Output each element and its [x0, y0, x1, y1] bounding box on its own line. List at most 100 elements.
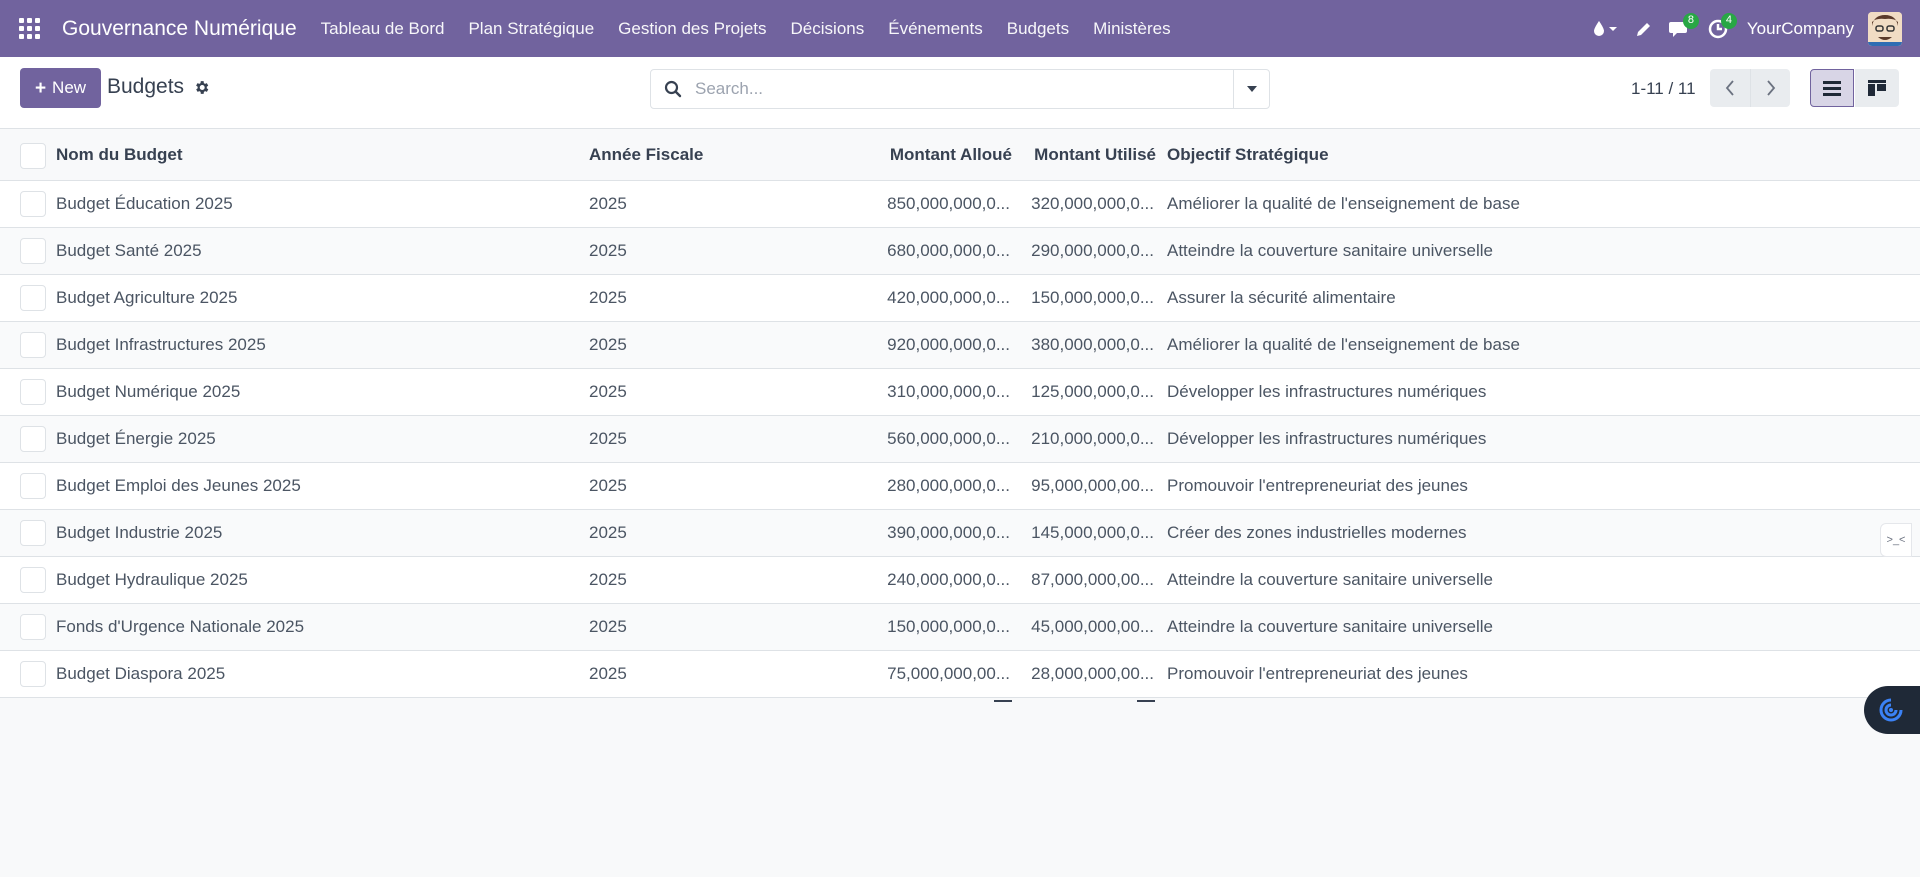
menu-item-plan-strategique[interactable]: Plan Stratégique — [456, 19, 606, 39]
table-row[interactable]: Budget Emploi des Jeunes 2025 2025 280,000… — [0, 463, 1920, 510]
cell-year: 2025 — [589, 476, 627, 495]
table-row[interactable]: Budget Numérique 2025 2025 310,000,000,0..… — [0, 369, 1920, 416]
table-row[interactable]: Budget Éducation 2025 2025 850,000,000,0..… — [0, 181, 1920, 228]
search-bar — [650, 69, 1270, 109]
menu-item-tableau-de-bord[interactable]: Tableau de Bord — [309, 19, 457, 39]
search-options-toggle[interactable] — [1233, 70, 1269, 108]
column-header-objective[interactable]: Objectif Stratégique — [1167, 145, 1867, 165]
activities-icon[interactable]: 4 — [1699, 0, 1737, 57]
apps-menu-icon[interactable] — [0, 0, 58, 57]
cell-allocated: 75,000,000,00... — [887, 664, 1010, 683]
top-navbar: Gouvernance Numérique Tableau de Bord Pl… — [0, 0, 1920, 57]
page-title[interactable]: Budgets — [107, 75, 184, 99]
cell-used: 145,000,000,0... — [1031, 523, 1154, 542]
column-header-name[interactable]: Nom du Budget — [56, 145, 576, 165]
cell-used: 320,000,000,0... — [1031, 194, 1154, 213]
activities-badge: 4 — [1720, 13, 1737, 29]
column-header-used[interactable]: Montant Utilisé — [1016, 145, 1156, 165]
cell-used: 150,000,000,0... — [1031, 288, 1154, 307]
cell-name: Budget Agriculture 2025 — [56, 288, 238, 307]
budgets-table: Nom du Budget Année Fiscale Montant Allo… — [0, 130, 1920, 698]
pager-previous-button[interactable] — [1710, 69, 1750, 107]
cell-allocated: 310,000,000,0... — [887, 382, 1010, 401]
menu-item-decisions[interactable]: Décisions — [779, 19, 877, 39]
select-all-checkbox[interactable] — [20, 143, 46, 169]
list-icon — [1823, 80, 1841, 96]
row-checkbox[interactable] — [20, 285, 46, 311]
kanban-view-button[interactable] — [1855, 69, 1899, 107]
row-checkbox[interactable] — [20, 426, 46, 452]
cell-allocated: 920,000,000,0... — [887, 335, 1010, 354]
cell-name: Budget Emploi des Jeunes 2025 — [56, 476, 301, 495]
cell-used: 210,000,000,0... — [1031, 429, 1154, 448]
cell-year: 2025 — [589, 288, 627, 307]
drop-icon[interactable] — [1585, 0, 1627, 57]
menu-item-ministeres[interactable]: Ministères — [1081, 19, 1182, 39]
cell-objective: Atteindre la couverture sanitaire univer… — [1167, 570, 1494, 589]
table-row[interactable]: Budget Agriculture 2025 2025 420,000,000,0… — [0, 275, 1920, 322]
list-view-button[interactable] — [1810, 69, 1854, 107]
row-checkbox[interactable] — [20, 332, 46, 358]
side-panel-tab[interactable]: >_< — [1880, 523, 1912, 557]
cell-name: Fonds d'Urgence Nationale 2025 — [56, 617, 305, 636]
cell-name: Budget Hydraulique 2025 — [56, 570, 248, 589]
table-row[interactable]: Budget Énergie 2025 2025 560,000,000,0... 2… — [0, 416, 1920, 463]
menu-item-gestion-projets[interactable]: Gestion des Projets — [606, 19, 778, 39]
cell-objective: Assurer la sécurité alimentaire — [1167, 288, 1396, 307]
row-checkbox[interactable] — [20, 379, 46, 405]
cell-name: Budget Énergie 2025 — [56, 429, 216, 448]
app-brand[interactable]: Gouvernance Numérique — [58, 17, 297, 41]
search-icon[interactable] — [651, 80, 695, 98]
row-checkbox[interactable] — [20, 473, 46, 499]
cell-name: Budget Numérique 2025 — [56, 382, 241, 401]
assistant-fab[interactable] — [1864, 686, 1920, 734]
table-row[interactable]: Budget Hydraulique 2025 2025 240,000,000,0… — [0, 557, 1920, 604]
cell-name: Budget Infrastructures 2025 — [56, 335, 266, 354]
cell-objective: Améliorer la qualité de l'enseignement d… — [1167, 335, 1520, 354]
cell-year: 2025 — [589, 335, 627, 354]
row-checkbox[interactable] — [20, 238, 46, 264]
row-checkbox[interactable] — [20, 567, 46, 593]
control-panel: + New Budgets 1-11 / 11 — [0, 57, 1920, 129]
cell-year: 2025 — [589, 617, 627, 636]
search-input[interactable] — [695, 79, 1233, 99]
table-header: Nom du Budget Année Fiscale Montant Allo… — [0, 130, 1920, 181]
cell-year: 2025 — [589, 429, 627, 448]
row-checkbox[interactable] — [20, 614, 46, 640]
row-checkbox[interactable] — [20, 520, 46, 546]
company-switcher[interactable]: YourCompany — [1737, 19, 1868, 39]
row-checkbox[interactable] — [20, 661, 46, 687]
user-avatar[interactable] — [1868, 11, 1902, 46]
pager-next-button[interactable] — [1750, 69, 1790, 107]
cell-allocated: 150,000,000,0... — [887, 617, 1010, 636]
new-button[interactable]: + New — [20, 68, 101, 108]
column-header-allocated[interactable]: Montant Alloué — [870, 145, 1012, 165]
cell-allocated: 240,000,000,0... — [887, 570, 1010, 589]
table-row[interactable]: Budget Industrie 2025 2025 390,000,000,0..… — [0, 510, 1920, 557]
cell-allocated: 680,000,000,0... — [887, 241, 1010, 260]
table-row[interactable]: Budget Santé 2025 2025 680,000,000,0... 290… — [0, 228, 1920, 275]
messages-icon[interactable]: 8 — [1661, 0, 1699, 57]
table-row[interactable]: Budget Diaspora 2025 2025 75,000,000,00...… — [0, 651, 1920, 698]
cell-year: 2025 — [589, 241, 627, 260]
used-total — [1137, 700, 1155, 702]
cell-objective: Atteindre la couverture sanitaire univer… — [1167, 241, 1494, 260]
cell-name: Budget Éducation 2025 — [56, 194, 233, 213]
cell-allocated: 420,000,000,0... — [887, 288, 1010, 307]
cell-used: 45,000,000,00... — [1031, 617, 1154, 636]
menu-item-budgets[interactable]: Budgets — [995, 19, 1081, 39]
cell-objective: Créer des zones industrielles modernes — [1167, 523, 1467, 542]
table-row[interactable]: Budget Infrastructures 2025 2025 920,000,0… — [0, 322, 1920, 369]
cell-year: 2025 — [589, 382, 627, 401]
kanban-icon — [1868, 80, 1886, 96]
pencil-icon[interactable] — [1627, 0, 1661, 57]
table-row[interactable]: Fonds d'Urgence Nationale 2025 2025 150,00… — [0, 604, 1920, 651]
row-checkbox[interactable] — [20, 191, 46, 217]
menu-item-evenements[interactable]: Événements — [876, 19, 995, 39]
cell-objective: Développer les infrastructures numérique… — [1167, 382, 1487, 401]
column-header-year[interactable]: Année Fiscale — [589, 145, 789, 165]
table-body: Budget Éducation 2025 2025 850,000,000,0..… — [0, 181, 1920, 698]
cell-name: Budget Industrie 2025 — [56, 523, 223, 542]
pager-value[interactable]: 1-11 / 11 — [1631, 79, 1696, 99]
gear-icon[interactable] — [193, 79, 210, 101]
